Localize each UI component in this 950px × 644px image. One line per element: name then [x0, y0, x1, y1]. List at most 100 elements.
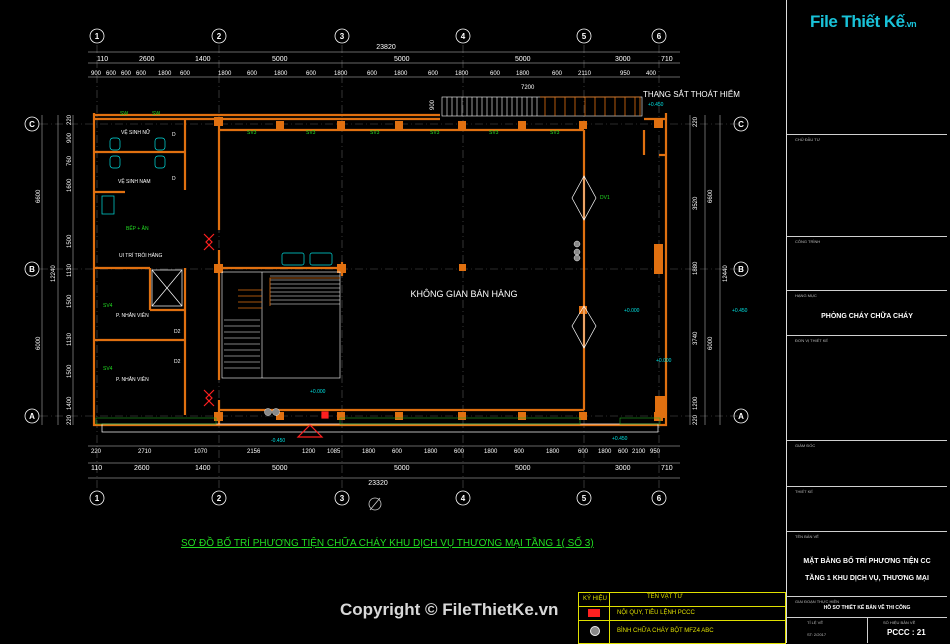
bottom-dimensions: 220 2710 1070 2156 1200 1085 1800 600 18…	[91, 449, 673, 487]
grid-label: C	[29, 120, 35, 129]
legend-row-rules: NỘI QUY, TIÊU LỆNH PCCC	[617, 610, 695, 616]
dim-text: 1800	[158, 71, 172, 77]
dim-text: 600	[454, 449, 465, 455]
brand-logo-suffix: .vn	[904, 19, 917, 29]
dim-text: 12440	[723, 265, 729, 282]
brand-logo-text: File Thiết Kế	[810, 12, 905, 31]
grid-label: C	[738, 120, 744, 129]
copyright-watermark: Copyright © FileThietKe.vn	[340, 600, 559, 619]
grid-label: 1	[95, 32, 100, 41]
dim-text: 950	[650, 449, 661, 455]
grid-label: 3	[340, 494, 345, 503]
dim-text: 600	[392, 449, 403, 455]
dim-text: 1800	[362, 449, 376, 455]
dim-text: 600	[618, 449, 629, 455]
dim-text: 1400	[195, 465, 211, 472]
dim-text: 7200	[521, 85, 535, 91]
dim-text: 600	[180, 71, 191, 77]
dim-text: 900	[91, 71, 102, 77]
level-center: +0.000	[624, 308, 640, 314]
dim-text: 1200	[693, 396, 699, 410]
dim-text: 5000	[272, 56, 288, 63]
tb-caption-design: THIẾT KẾ	[795, 489, 813, 494]
dim-text: 5000	[515, 56, 531, 63]
dim-text: 1800	[274, 71, 288, 77]
dim-text: 1800	[484, 449, 498, 455]
dim-text: 5000	[272, 465, 288, 472]
tb-sheet-title-1: MẶT BẰNG BỐ TRÍ PHƯƠNG TIỆN CC	[803, 558, 931, 565]
tag-sv3: SV3	[489, 130, 499, 136]
room-label-wc-nu: VỆ SINH NỮ	[121, 128, 151, 136]
dim-text: 220	[67, 114, 73, 125]
tag-sw: SW	[152, 111, 160, 117]
dim-text: 1400	[67, 396, 73, 410]
dim-text: 600	[367, 71, 378, 77]
tag-sv3: SV3	[370, 130, 380, 136]
tag-dv1: DV1	[600, 195, 610, 201]
dim-text: 2600	[139, 56, 155, 63]
dim-text: 1500	[67, 294, 73, 308]
dim-text: 760	[67, 155, 73, 166]
dim-text: 1800	[598, 449, 612, 455]
dim-text: 5000	[394, 56, 410, 63]
dim-text: 3000	[615, 56, 631, 63]
dim-text: 2100	[632, 449, 646, 455]
stair-lines	[221, 96, 643, 379]
dim-text: 1500	[67, 234, 73, 248]
dim-text: 900	[430, 99, 436, 110]
dim-text: 1130	[67, 263, 73, 277]
dim-text: 6000	[36, 336, 42, 350]
dim-text: 220	[91, 449, 102, 455]
dim-text: 3740	[693, 331, 699, 345]
legend-col-symbol: KÝ HIỆU	[583, 596, 608, 602]
grid-label: 3	[340, 32, 345, 41]
tb-caption-item: HẠNG MỤC	[795, 293, 817, 298]
dim-text: 5000	[515, 465, 531, 472]
dim-text: 600	[247, 71, 258, 77]
dim-text: 2710	[138, 449, 152, 455]
legend-row-extinguisher: BÌNH CHỮA CHÁY BỘT MFZ4 ABC	[617, 628, 714, 634]
grid-label: 4	[461, 494, 466, 503]
dim-text: 1800	[218, 71, 232, 77]
dim-text: 1400	[195, 56, 211, 63]
tag-d: D	[172, 132, 176, 138]
dim-text: 1800	[394, 71, 408, 77]
tb-caption-owner: CHỦ ĐẦU TƯ	[795, 137, 821, 142]
tag-d: D	[172, 176, 176, 182]
dim-text: 1600	[67, 178, 73, 192]
legend-rules-icon	[588, 609, 600, 617]
grid-label: 6	[657, 494, 662, 503]
grid-label: 4	[461, 32, 466, 41]
room-label-nv2: P. NHÂN VIÊN	[116, 375, 149, 383]
tb-caption-sheet-no: SỐ HIỆU BẢN VẼ	[883, 620, 916, 625]
tag-sw: SW	[120, 111, 128, 117]
tb-caption-director: GIÁM ĐỐC	[795, 443, 816, 448]
dim-text: 220	[67, 414, 73, 425]
tb-item-value: PHÒNG CHÁY CHỮA CHÁY	[821, 313, 913, 320]
legend-table: KÝ HIỆU TÊN VẬT TƯ NỘI QUY, TIÊU LỆNH PC…	[578, 592, 786, 644]
dim-text: 600	[490, 71, 501, 77]
dim-total-bottom: 23320	[368, 480, 388, 487]
grid-label: B	[29, 265, 35, 274]
tag-sv3: SV3	[430, 130, 440, 136]
dim-text: 900	[67, 132, 73, 143]
dim-text: 1800	[516, 71, 530, 77]
dim-text: 1800	[334, 71, 348, 77]
dim-text: 1085	[327, 449, 341, 455]
dim-text: 1800	[455, 71, 469, 77]
grid-label: 6	[657, 32, 662, 41]
dim-total-top: 23820	[376, 44, 396, 51]
dim-text: 1130	[67, 332, 73, 346]
tag-d2: D2	[174, 329, 181, 335]
grid-label: 1	[95, 494, 100, 503]
stair-treads	[446, 97, 538, 116]
room-label-wc-nam: VỆ SINH NAM	[118, 177, 151, 185]
dim-text: 2156	[247, 449, 261, 455]
dim-text: 600	[136, 71, 147, 77]
tb-sheet-no: PCCC : 21	[887, 628, 926, 637]
dim-text: 1500	[67, 364, 73, 378]
dim-text: 1800	[424, 449, 438, 455]
dim-text: 1200	[302, 449, 316, 455]
dim-text: 6600	[708, 189, 714, 203]
brand-logo: File Thiết Kế.vn	[810, 12, 917, 32]
